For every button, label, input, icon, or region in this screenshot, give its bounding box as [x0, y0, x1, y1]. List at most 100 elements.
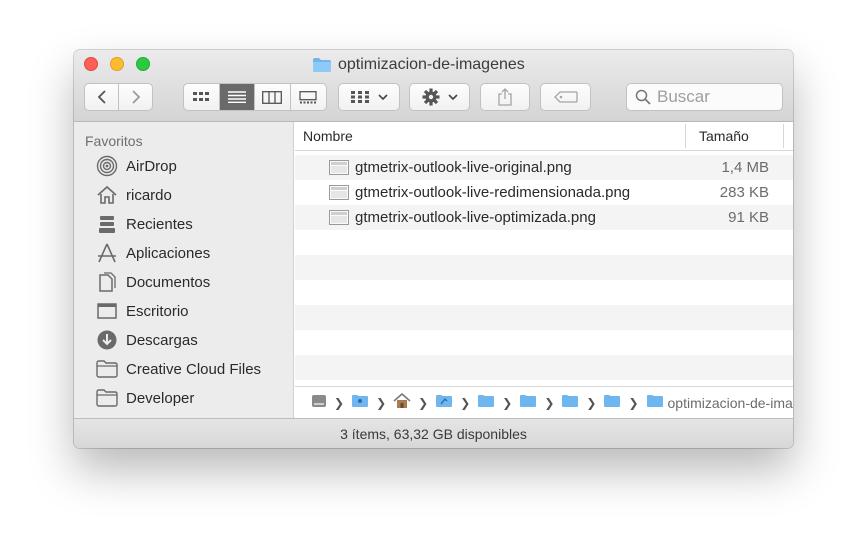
empty-row — [295, 280, 793, 305]
home-icon — [96, 184, 118, 206]
column-divider[interactable] — [685, 124, 686, 148]
folder-icon[interactable] — [477, 394, 495, 411]
column-view-button[interactable] — [255, 84, 291, 110]
sidebar-item-label: Escritorio — [126, 302, 189, 320]
documents-icon — [96, 271, 118, 293]
finder-window: optimizacion-de-imagenes Buscar Favorito… — [74, 50, 793, 448]
sidebar-item-creative-cloud-files[interactable]: Creative Cloud Files — [96, 356, 291, 382]
sidebar-item-developer[interactable]: Developer — [96, 385, 291, 411]
forward-button[interactable] — [119, 84, 152, 110]
chevron-right-icon: ❯ — [376, 395, 387, 410]
search-input[interactable] — [657, 87, 777, 107]
action-button[interactable] — [409, 83, 470, 111]
file-name: gtmetrix-outlook-live-original.png — [355, 159, 572, 176]
folder-icon — [96, 358, 118, 380]
gallery-icon — [299, 90, 317, 103]
sidebar-item-recientes[interactable]: Recientes — [96, 211, 291, 237]
sidebar-item-label: ricardo — [126, 186, 172, 204]
empty-row — [295, 330, 793, 355]
file-list: Nombre Tamaño gtmetrix-outlook-live-orig… — [295, 122, 793, 418]
tags-button[interactable] — [540, 83, 591, 111]
titlebar: optimizacion-de-imagenes — [74, 50, 793, 122]
minimize-window-button[interactable] — [110, 57, 124, 71]
share-icon — [498, 88, 512, 106]
sidebar-item-documentos[interactable]: Documentos — [96, 269, 291, 295]
sidebar-item-label: Creative Cloud Files — [126, 360, 262, 378]
gallery-view-button[interactable] — [291, 84, 326, 110]
table-row[interactable]: gtmetrix-outlook-live-original.png 1,4 M… — [295, 155, 793, 180]
list-view-button[interactable] — [219, 84, 255, 110]
zoom-window-button[interactable] — [136, 57, 150, 71]
sidebar-item-aplicaciones[interactable]: Aplicaciones — [96, 240, 291, 266]
chevron-down-icon — [447, 94, 458, 101]
column-size-header[interactable]: Tamaño — [699, 128, 749, 144]
view-mode-control — [183, 83, 327, 111]
png-file-icon — [329, 160, 349, 179]
developer-folder-icon[interactable] — [435, 394, 453, 411]
search-field[interactable] — [626, 83, 783, 111]
column-name-header[interactable]: Nombre — [303, 128, 353, 144]
sidebar-item-label: AirDrop — [126, 157, 177, 175]
close-window-button[interactable] — [84, 57, 98, 71]
hard-drive-icon[interactable] — [311, 393, 327, 412]
sidebar-item-escritorio[interactable]: Escritorio — [96, 298, 291, 324]
window-title-text: optimizacion-de-imagenes — [338, 56, 525, 73]
gear-icon — [422, 88, 439, 106]
folder-icon[interactable] — [561, 394, 579, 411]
empty-row — [295, 230, 793, 255]
file-size: 1,4 MB — [721, 159, 769, 176]
tag-icon — [553, 91, 578, 103]
sidebar-item-label: Developer — [126, 389, 195, 407]
sidebar-item-ricardo[interactable]: ricardo — [96, 182, 291, 208]
table-row[interactable]: gtmetrix-outlook-live-redimensionada.png… — [295, 180, 793, 205]
search-icon — [635, 89, 651, 105]
table-row[interactable]: gtmetrix-outlook-live-optimizada.png 91 … — [295, 205, 793, 230]
folder-icon[interactable] — [603, 394, 621, 411]
sidebar: Favoritos AirDrop ricardo Recientes Apli… — [74, 122, 294, 418]
desktop-icon — [96, 300, 118, 322]
column-divider[interactable] — [783, 124, 784, 148]
file-size: 283 KB — [719, 184, 769, 201]
chevron-right-icon: ❯ — [628, 395, 639, 410]
home-icon[interactable] — [393, 392, 411, 412]
icon-grid-icon — [193, 92, 210, 101]
folder-icon — [312, 57, 332, 73]
chevron-right-icon: ❯ — [418, 395, 429, 410]
chevron-down-icon — [378, 94, 388, 101]
chevron-right-icon — [131, 90, 140, 104]
empty-row — [295, 255, 793, 280]
columns-icon — [262, 90, 283, 104]
recents-icon — [96, 213, 118, 235]
file-name: gtmetrix-outlook-live-optimizada.png — [355, 209, 596, 226]
chevron-right-icon: ❯ — [460, 395, 471, 410]
chevron-right-icon: ❯ — [502, 395, 513, 410]
window-title: optimizacion-de-imagenes — [312, 55, 525, 75]
chevron-right-icon: ❯ — [586, 395, 597, 410]
current-folder-icon[interactable] — [646, 394, 664, 411]
chevron-right-icon: ❯ — [334, 395, 345, 410]
sidebar-item-descargas[interactable]: Descargas — [96, 327, 291, 353]
png-file-icon — [329, 185, 349, 204]
back-forward-control — [84, 83, 153, 111]
empty-row — [295, 305, 793, 330]
path-current-folder[interactable]: optimizacion-de-ima — [668, 395, 793, 411]
sidebar-item-airdrop[interactable]: AirDrop — [96, 153, 291, 179]
column-header: Nombre Tamaño — [295, 122, 793, 151]
group-by-button[interactable] — [338, 83, 400, 111]
folder-icon — [96, 387, 118, 409]
downloads-icon — [96, 329, 118, 351]
applications-icon — [96, 242, 118, 264]
sidebar-item-label: Descargas — [126, 331, 198, 349]
share-button[interactable] — [480, 83, 530, 111]
folder-icon[interactable] — [519, 394, 537, 411]
status-text: 3 ítems, 63,32 GB disponibles — [340, 425, 527, 442]
sidebar-section-title: Favoritos — [85, 133, 143, 149]
icon-view-button[interactable] — [184, 84, 220, 110]
users-folder-icon[interactable] — [351, 394, 369, 411]
file-name: gtmetrix-outlook-live-redimensionada.png — [355, 184, 631, 201]
empty-row — [295, 355, 793, 380]
path-bar: ❯ ❯ ❯ ❯ ❯ ❯ ❯ ❯ optimizacion-de-ima — [295, 386, 793, 418]
back-button[interactable] — [85, 84, 119, 110]
grouping-icon — [351, 91, 369, 103]
chevron-left-icon — [97, 90, 106, 104]
